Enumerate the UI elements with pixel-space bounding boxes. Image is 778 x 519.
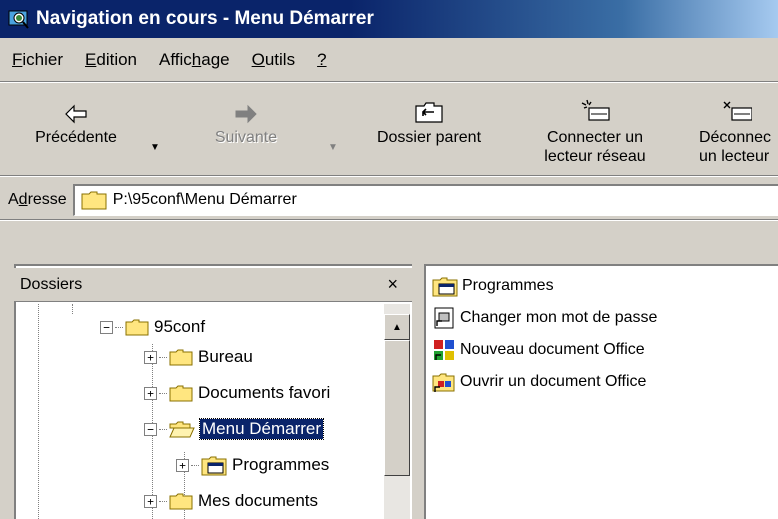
title-bar[interactable]: Navigation en cours - Menu Démarrer xyxy=(0,0,778,38)
file-item-ouvrir-document-office[interactable]: Ouvrir un document Office xyxy=(432,366,646,398)
disconnect-drive-button[interactable]: Déconnec un lecteur xyxy=(680,84,778,176)
tree-item-95conf[interactable]: − 95conf xyxy=(100,312,205,342)
address-input[interactable]: P:\95conf\Menu Démarrer xyxy=(72,183,778,216)
tree-item-documents-favoris[interactable]: + Documents favori xyxy=(144,378,330,408)
tree-item-mes-documents[interactable]: + Mes documents xyxy=(144,486,318,516)
pane-splitter[interactable] xyxy=(412,264,424,519)
new-office-doc-icon xyxy=(434,340,454,360)
folder-icon xyxy=(169,385,193,402)
folder-icon xyxy=(81,191,107,210)
close-panel-icon[interactable]: × xyxy=(387,274,398,295)
file-item-programmes[interactable]: Programmes xyxy=(432,270,554,302)
disconnect-drive-label: Déconnec un lecteur xyxy=(698,129,772,165)
back-dropdown-icon[interactable]: ▼ xyxy=(150,142,160,153)
address-bar: Adresse P:\95conf\Menu Démarrer xyxy=(0,180,778,220)
program-group-icon xyxy=(432,277,458,297)
menu-bar: Fichier Edition Affichage Outils ? xyxy=(0,38,778,82)
map-drive-icon xyxy=(581,99,610,121)
back-button[interactable]: Précédente xyxy=(14,84,138,176)
window-title: Navigation en cours - Menu Démarrer xyxy=(36,8,374,29)
expand-icon[interactable]: + xyxy=(176,458,189,472)
folder-tree: − 95conf + Bureau + Documents favori − M… xyxy=(16,304,384,519)
forward-button[interactable]: Suivante xyxy=(196,84,296,176)
map-drive-button[interactable]: Connecter un lecteur réseau xyxy=(522,84,668,176)
tree-item-bureau[interactable]: + Bureau xyxy=(144,342,253,372)
file-item-nouveau-document-office[interactable]: Nouveau document Office xyxy=(432,334,645,366)
expand-icon[interactable]: + xyxy=(144,494,157,508)
scroll-up-button[interactable]: ▲ xyxy=(384,314,410,340)
up-folder-icon xyxy=(415,102,443,123)
tree-item-programmes[interactable]: + Programmes xyxy=(176,450,329,480)
tree-guide-line xyxy=(38,304,39,519)
open-office-doc-icon xyxy=(432,373,455,392)
up-folder-button[interactable]: Dossier parent xyxy=(340,84,518,176)
file-list: Programmes Changer mon mot de passe Nouv… xyxy=(424,264,778,519)
folder-tree-scrollbar[interactable]: ▲ xyxy=(384,304,410,519)
explorer-icon xyxy=(8,10,29,29)
folder-icon xyxy=(169,349,193,366)
folder-icon xyxy=(169,493,193,510)
forward-dropdown-icon[interactable]: ▼ xyxy=(328,142,338,153)
collapse-icon[interactable]: − xyxy=(144,422,157,436)
collapse-icon[interactable]: − xyxy=(100,320,113,334)
menu-affichage[interactable]: Affichage xyxy=(159,50,230,70)
disconnect-drive-icon xyxy=(723,101,752,121)
up-arrow-icon: ▲ xyxy=(392,321,402,333)
folders-panel-title: Dossiers xyxy=(20,275,83,293)
program-group-icon xyxy=(201,456,227,476)
shortcut-icon xyxy=(434,307,454,329)
menu-help[interactable]: ? xyxy=(317,50,326,70)
tree-item-menu-demarrer[interactable]: − Menu Démarrer xyxy=(144,414,325,444)
file-item-changer-mot-de-passe[interactable]: Changer mon mot de passe xyxy=(432,302,657,334)
menu-edition[interactable]: Edition xyxy=(85,50,137,70)
back-arrow-icon xyxy=(65,104,87,124)
forward-arrow-icon xyxy=(235,104,257,124)
expand-icon[interactable]: + xyxy=(144,350,157,364)
folder-icon xyxy=(125,319,149,336)
address-value: P:\95conf\Menu Démarrer xyxy=(112,191,297,208)
open-folder-icon xyxy=(169,421,195,438)
toolbar: Précédente ▼ Suivante ▼ Dossier parent C… xyxy=(0,84,778,176)
map-drive-label: Connecter un lecteur réseau xyxy=(544,129,646,165)
address-label: Adresse xyxy=(8,190,67,208)
expand-icon[interactable]: + xyxy=(144,386,157,400)
menu-fichier[interactable]: Fichier xyxy=(12,50,63,70)
scroll-thumb[interactable] xyxy=(384,340,410,476)
tree-guide-line xyxy=(72,304,73,314)
folders-panel-header: Dossiers × xyxy=(14,268,412,302)
menu-outils[interactable]: Outils xyxy=(252,50,295,70)
